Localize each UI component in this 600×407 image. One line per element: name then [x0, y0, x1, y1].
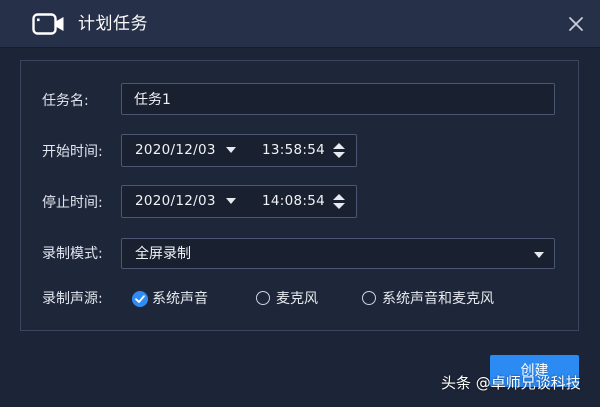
radio-label: 麦克风 [276, 291, 318, 307]
schedule-task-dialog: 计划任务 任务名: 开始时间: 2020/12/03 13:58:54 停止时间… [0, 0, 600, 407]
start-time-picker[interactable]: 2020/12/03 13:58:54 [121, 134, 357, 167]
watermark-text: 头条 @卓师兄谈科技 [441, 374, 581, 392]
stop-time-value[interactable]: 14:08:54 [262, 186, 325, 217]
audio-source-label: 录制声源: [42, 291, 103, 307]
task-name-field[interactable] [121, 83, 555, 115]
spin-up-icon[interactable] [333, 194, 345, 200]
stop-time-picker[interactable]: 2020/12/03 14:08:54 [121, 185, 357, 218]
task-name-label: 任务名: [42, 93, 89, 109]
radio-circle-icon[interactable] [256, 291, 270, 305]
spin-down-icon[interactable] [333, 152, 345, 158]
spin-up-icon[interactable] [333, 143, 345, 149]
stop-time-spinner-icon[interactable] [333, 194, 345, 210]
record-mode-select[interactable]: 全屏录制 [121, 238, 555, 269]
start-date-dropdown-icon[interactable] [226, 147, 236, 153]
radio-label: 系统声音和麦克风 [382, 291, 494, 307]
stop-date-value: 2020/12/03 [135, 193, 216, 209]
start-time-spinner-icon[interactable] [333, 143, 345, 159]
record-mode-selected: 全屏录制 [135, 246, 191, 262]
record-mode-label: 录制模式: [42, 246, 103, 262]
dialog-title: 计划任务 [78, 14, 148, 34]
radio-label: 系统声音 [152, 291, 208, 307]
start-time-value[interactable]: 13:58:54 [262, 135, 325, 166]
checked-radio-icon[interactable] [132, 291, 148, 307]
title-bar: 计划任务 [0, 0, 600, 48]
video-camera-icon [32, 13, 64, 35]
chevron-down-icon[interactable] [534, 252, 544, 258]
stop-time-label: 停止时间: [42, 195, 103, 211]
start-time-label: 开始时间: [42, 144, 103, 160]
spin-down-icon[interactable] [333, 203, 345, 209]
task-name-input[interactable] [122, 84, 554, 114]
start-date-value: 2020/12/03 [135, 142, 216, 158]
stop-date-dropdown-icon[interactable] [226, 198, 236, 204]
radio-circle-icon[interactable] [362, 291, 376, 305]
close-icon[interactable] [564, 12, 588, 36]
